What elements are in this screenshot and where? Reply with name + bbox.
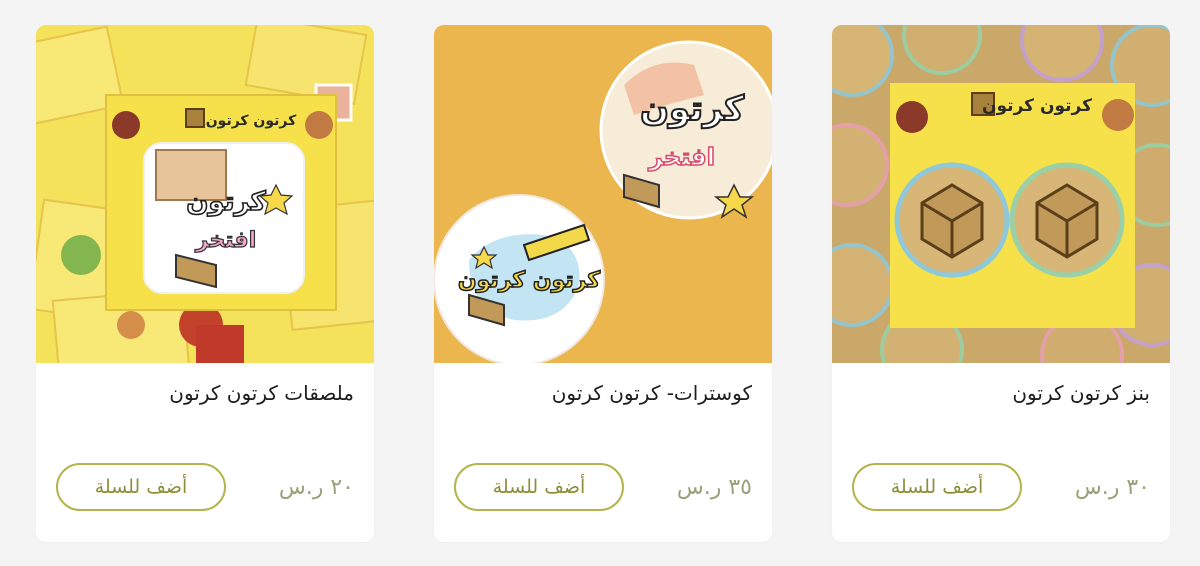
svg-text:كرتون كرتون: كرتون كرتون xyxy=(206,113,297,129)
product-image-coasters[interactable]: كرتون افتخر كرتون كرتون xyxy=(434,25,772,363)
svg-text:افتخر: افتخر xyxy=(648,143,715,171)
product-price: ٢٠ ر.س xyxy=(278,474,354,500)
svg-text:كرتون كرتون: كرتون كرتون xyxy=(458,268,600,293)
svg-text:كرتون: كرتون xyxy=(186,187,266,217)
add-to-cart-button[interactable]: أضف للسلة xyxy=(852,463,1022,511)
pins-photo: كرتون كرتون xyxy=(832,25,1170,363)
character-right xyxy=(1102,99,1134,131)
svg-text:كرتون كرتون: كرتون كرتون xyxy=(982,96,1092,116)
product-title[interactable]: كوسترات- كرتون كرتون xyxy=(454,379,752,407)
product-actions: ٣٠ ر.س أضف للسلة xyxy=(852,463,1150,511)
logo-box-icon xyxy=(185,108,205,128)
product-card-pins[interactable]: كرتون كرتون بنز كرتون كرتون ٣٠ ر.س أضف ل… xyxy=(832,25,1170,542)
product-price: ٣٥ ر.س xyxy=(676,474,752,500)
add-to-cart-button[interactable]: أضف للسلة xyxy=(56,463,226,511)
stickers-photo: كرتون كرتون كرتون افتخر xyxy=(36,25,374,363)
product-card-stickers[interactable]: كرتون كرتون كرتون افتخر ملصقات كرتون كرت… xyxy=(36,25,374,542)
product-card-coasters[interactable]: كرتون افتخر كرتون كرتون كوسترات- كرتون ك… xyxy=(434,25,772,542)
product-price: ٣٠ ر.س xyxy=(1074,474,1150,500)
product-image-pins[interactable]: كرتون كرتون xyxy=(832,25,1170,363)
coasters-photo: كرتون افتخر كرتون كرتون xyxy=(434,25,772,363)
add-to-cart-button[interactable]: أضف للسلة xyxy=(454,463,624,511)
product-actions: ٢٠ ر.س أضف للسلة xyxy=(56,463,354,511)
product-grid: كرتون كرتون بنز كرتون كرتون ٣٠ ر.س أضف ل… xyxy=(36,25,1170,542)
product-actions: ٣٥ ر.س أضف للسلة xyxy=(454,463,752,511)
character-left xyxy=(896,101,928,133)
svg-text:كرتون: كرتون xyxy=(640,89,744,129)
svg-text:افتخر: افتخر xyxy=(195,228,256,253)
product-title[interactable]: ملصقات كرتون كرتون xyxy=(56,379,354,407)
product-title[interactable]: بنز كرتون كرتون xyxy=(852,379,1150,407)
product-image-stickers[interactable]: كرتون كرتون كرتون افتخر xyxy=(36,25,374,363)
